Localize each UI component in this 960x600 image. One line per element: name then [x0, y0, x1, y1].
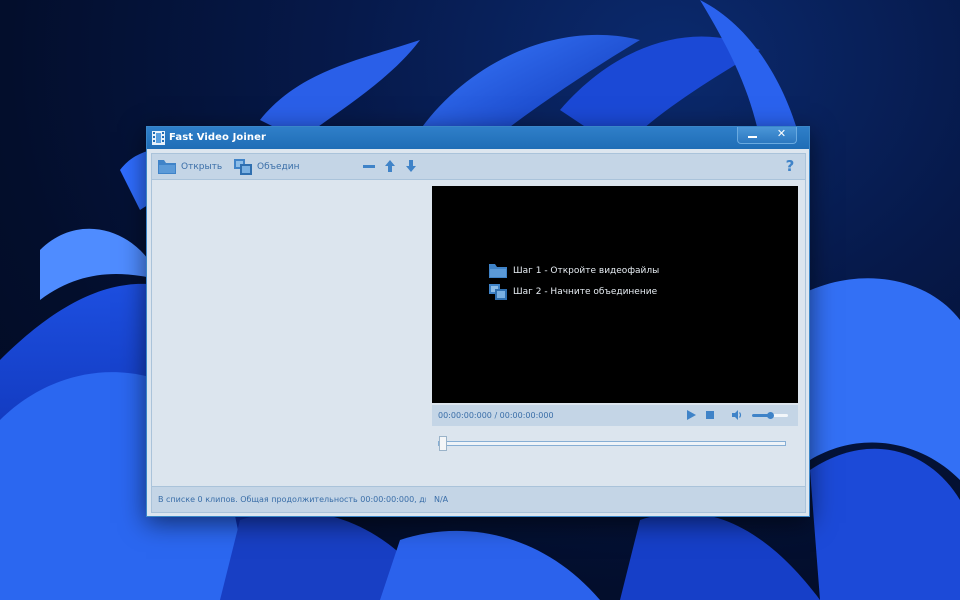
seek-knob[interactable]: [439, 436, 447, 451]
join-button-label: Объедин: [257, 162, 300, 172]
join-button[interactable]: Объедин: [234, 159, 300, 175]
clip-list[interactable]: [152, 180, 426, 485]
time-readout: 00:00:00:000 / 00:00:00:000: [438, 411, 554, 420]
help-button[interactable]: ?: [783, 158, 797, 174]
minus-icon: [363, 165, 375, 168]
client-area: Открыть Объедин В списке 0 клипов. Общая…: [151, 153, 806, 513]
arrow-up-icon: [385, 160, 395, 172]
clip-list-status: В списке 0 клипов. Общая продолжительнос…: [152, 486, 426, 512]
speaker-icon[interactable]: [731, 409, 743, 421]
volume-slider[interactable]: [752, 412, 788, 419]
film-app-icon: [152, 131, 165, 145]
step-1-label: Шаг 1 - Откройте видеофайлы: [513, 266, 660, 276]
preview-toolbar: ?: [426, 154, 805, 180]
title-bar[interactable]: Fast Video Joiner ✕: [147, 127, 809, 149]
open-button[interactable]: Открыть: [158, 159, 222, 175]
window-title: Fast Video Joiner: [169, 132, 267, 143]
play-button[interactable]: [687, 410, 696, 420]
step-2-label: Шаг 2 - Начните объединение: [513, 287, 658, 297]
preview-status-text: N/A: [434, 495, 449, 504]
player-controls: 00:00:00:000 / 00:00:00:000: [432, 405, 798, 426]
seek-bar[interactable]: [438, 436, 786, 451]
minimize-icon: [748, 136, 757, 138]
open-button-label: Открыть: [181, 162, 223, 172]
preview-pane: ? Шаг 1 - Откройте видеофайлы Шаг 2 - На…: [426, 153, 806, 513]
clip-toolbar: Открыть Объедин: [152, 154, 426, 180]
remove-clip-button[interactable]: [362, 159, 376, 173]
move-up-button[interactable]: [383, 159, 397, 173]
folder-icon: [158, 160, 176, 174]
close-button[interactable]: ✕: [767, 127, 796, 143]
join-film-icon: [234, 159, 252, 175]
window-controls: ✕: [737, 127, 797, 144]
join-film-icon: [489, 284, 507, 300]
minimize-button[interactable]: [738, 127, 767, 143]
move-down-button[interactable]: [404, 159, 418, 173]
folder-icon: [489, 264, 507, 278]
preview-status: N/A: [426, 486, 805, 512]
stop-button[interactable]: [706, 411, 714, 419]
volume-knob[interactable]: [766, 412, 774, 419]
clip-list-pane: Открыть Объедин В списке 0 клипов. Общая…: [151, 153, 427, 513]
arrow-down-icon: [406, 160, 416, 172]
clip-list-status-text: В списке 0 клипов. Общая продолжительнос…: [158, 495, 426, 504]
step-1-hint[interactable]: Шаг 1 - Откройте видеофайлы: [489, 264, 659, 278]
app-window: Fast Video Joiner ✕ Открыть Объедин В сп…: [146, 126, 810, 517]
video-preview[interactable]: Шаг 1 - Откройте видеофайлы Шаг 2 - Начн…: [432, 186, 798, 403]
step-2-hint[interactable]: Шаг 2 - Начните объединение: [489, 284, 657, 300]
